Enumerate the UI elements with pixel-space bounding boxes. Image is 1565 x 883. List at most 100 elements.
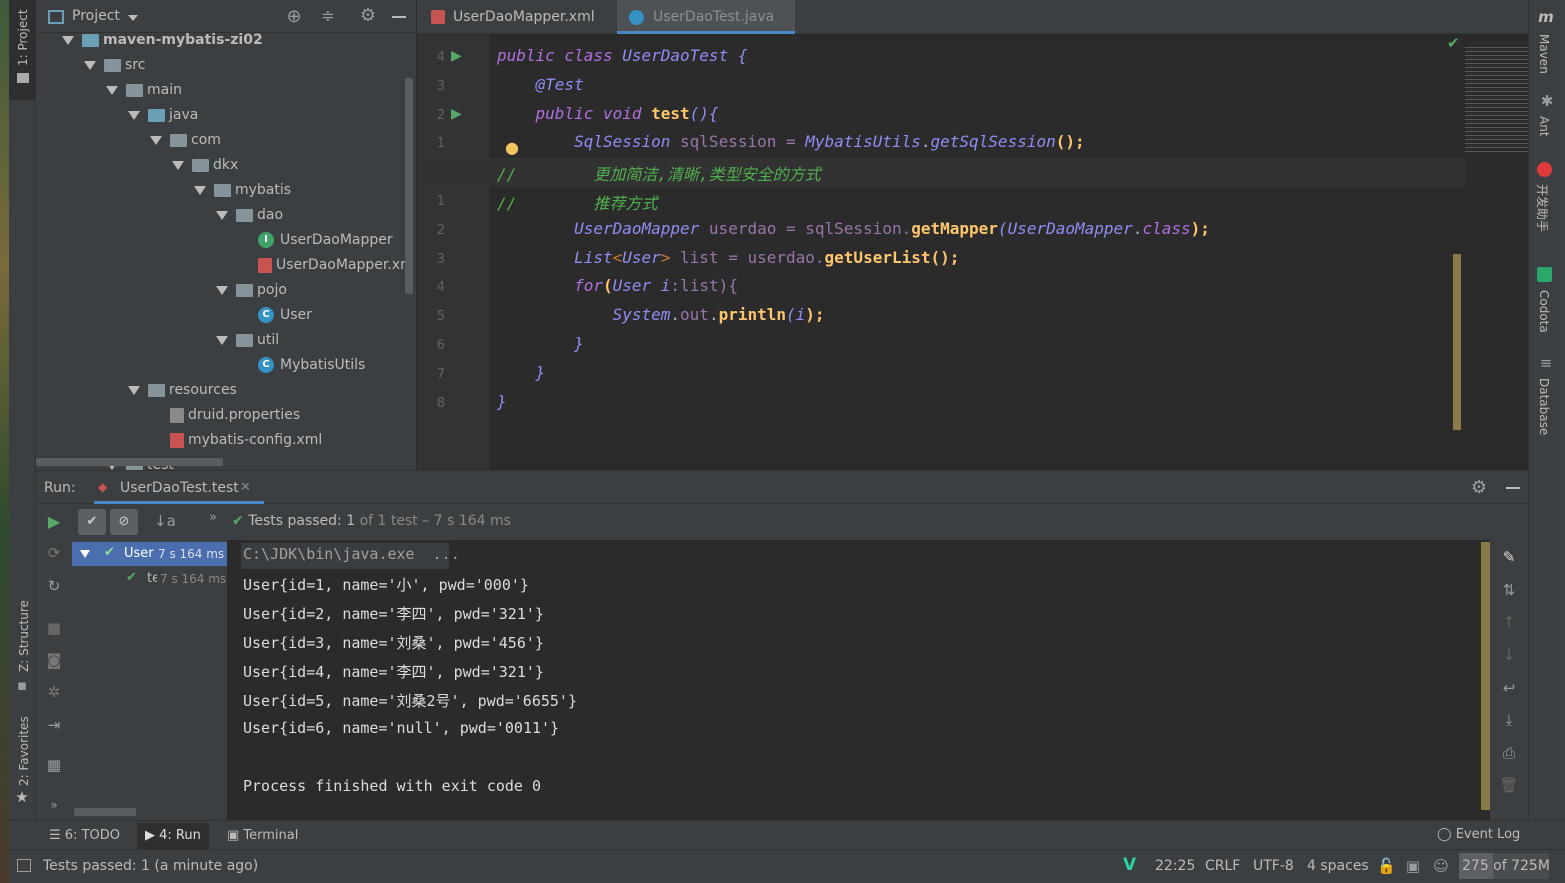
- event-log-button[interactable]: ◯ Event Log: [1437, 827, 1520, 842]
- camera-icon[interactable]: ◙: [44, 651, 64, 669]
- panel-toggle-icon[interactable]: [17, 859, 31, 872]
- expand-triangle[interactable]: [62, 35, 74, 45]
- run-gutter-icon[interactable]: ▶: [451, 106, 462, 122]
- collapse-all-icon[interactable]: ≑: [318, 6, 338, 25]
- tree-horizontal-scrollbar[interactable]: [74, 808, 136, 816]
- vim-plugin-icon[interactable]: V: [1123, 855, 1136, 875]
- tree-item[interactable]: C MybatisUtils: [258, 353, 365, 378]
- tree-item[interactable]: java: [128, 103, 198, 128]
- stop-icon[interactable]: ■: [44, 619, 64, 637]
- soft-wrap-icon[interactable]: ↩: [1498, 679, 1520, 697]
- tree-item[interactable]: mybatis-config.xml: [170, 428, 322, 453]
- lock-icon[interactable]: 🔓: [1377, 857, 1396, 875]
- minimize-icon[interactable]: [1506, 487, 1520, 489]
- layout-icon[interactable]: ▦: [44, 756, 64, 774]
- tree-item[interactable]: mybatis: [194, 178, 291, 203]
- status-message[interactable]: Tests passed: 1 (a minute ago): [43, 858, 258, 874]
- run-tool-button[interactable]: ▶ 4: Run: [137, 823, 209, 849]
- tree-item[interactable]: main: [106, 78, 182, 103]
- trash-icon[interactable]: 🗑: [1498, 776, 1520, 794]
- tree-item[interactable]: maven-mybatis-zi02: [62, 28, 263, 53]
- project-tool-label[interactable]: 1: Project: [16, 9, 30, 66]
- expand-triangle[interactable]: [172, 160, 184, 170]
- ant-tool-label[interactable]: Ant: [1537, 116, 1551, 137]
- console-output[interactable]: C:\JDK\bin\java.exe ... User{id=1, name='…: [228, 540, 1490, 820]
- dev-helper-tool-label[interactable]: 开发助手: [1534, 184, 1551, 232]
- tree-item[interactable]: util: [216, 328, 279, 353]
- gear-icon[interactable]: ⚙: [357, 5, 379, 26]
- favorites-tool-label[interactable]: 2: Favorites: [17, 716, 31, 786]
- run-gutter-icon[interactable]: ▶: [451, 48, 462, 64]
- more-icon[interactable]: »: [206, 510, 220, 525]
- expand-triangle[interactable]: [106, 85, 118, 95]
- sort-icon[interactable]: ⇅: [1498, 581, 1520, 599]
- tab-userdaomapper-xml[interactable]: UserDaoMapper.xml ✕: [417, 0, 617, 59]
- database-tool-label[interactable]: Database: [1537, 378, 1551, 435]
- terminal-icon[interactable]: ▣: [1403, 857, 1423, 875]
- tree-horizontal-scrollbar[interactable]: [36, 458, 223, 466]
- arrow-up-icon[interactable]: ↑: [1498, 613, 1520, 631]
- show-ignored-toggle[interactable]: ⊘: [110, 509, 138, 535]
- show-passed-toggle[interactable]: ✔: [78, 509, 106, 535]
- tree-item[interactable]: I UserDaoMapper: [258, 228, 393, 253]
- tree-item[interactable]: com: [150, 128, 221, 153]
- sort-alpha-icon[interactable]: ↓a: [154, 512, 176, 530]
- chevron-down-icon[interactable]: [128, 15, 138, 21]
- expand-triangle[interactable]: [128, 110, 140, 120]
- settings-icon[interactable]: ✲: [44, 683, 64, 701]
- tree-vertical-scrollbar[interactable]: [405, 78, 413, 294]
- caret-position[interactable]: 22:25: [1155, 858, 1195, 874]
- inspection-ok-icon[interactable]: ✔: [1447, 34, 1460, 52]
- scroll-to-end-icon[interactable]: ⤓: [1498, 711, 1520, 729]
- print-icon[interactable]: ⎙: [1498, 744, 1520, 762]
- code-editor[interactable]: 43212212345678▶▶ public class UserDaoTes…: [417, 34, 1528, 470]
- terminal-tool-button[interactable]: ▣ Terminal: [227, 828, 298, 843]
- close-icon[interactable]: ✕: [240, 480, 251, 495]
- exit-icon[interactable]: ⇥: [44, 716, 64, 734]
- test-method-row[interactable]: ✔ te 7 s 164 ms: [72, 567, 227, 591]
- lightbulb-icon[interactable]: ●: [505, 138, 519, 157]
- tree-item[interactable]: UserDaoMapper.xm: [258, 253, 414, 278]
- expand-triangle[interactable]: [150, 135, 162, 145]
- tree-item[interactable]: pojo: [216, 278, 287, 303]
- tab-userdaotest-java[interactable]: UserDaoTest.java ✕: [617, 0, 795, 59]
- minimize-icon[interactable]: [392, 16, 406, 18]
- more-icon[interactable]: »: [44, 798, 64, 812]
- tree-item[interactable]: dao: [216, 203, 283, 228]
- console-scrollbar[interactable]: [1481, 542, 1490, 810]
- todo-tool-button[interactable]: ☰ 6: TODO: [49, 828, 120, 843]
- toggle-auto-test-icon[interactable]: ↻: [44, 577, 64, 595]
- tree-item[interactable]: src: [84, 53, 145, 78]
- expand-triangle[interactable]: [84, 60, 96, 70]
- check-icon: ✔: [232, 513, 244, 529]
- indent-setting[interactable]: 4 spaces: [1307, 858, 1369, 874]
- tree-item[interactable]: resources: [128, 378, 237, 403]
- tree-item-label: pojo: [257, 282, 287, 298]
- rerun-icon[interactable]: ▶: [44, 512, 64, 531]
- file-encoding[interactable]: UTF-8: [1253, 858, 1294, 874]
- memory-indicator[interactable]: 275 of 725M: [1459, 853, 1550, 879]
- run-tab[interactable]: ◆ UserDaoTest.test ✕: [94, 471, 264, 504]
- clear-all-icon[interactable]: ✎: [1498, 548, 1520, 566]
- tree-item[interactable]: druid.properties: [170, 403, 300, 428]
- expand-triangle[interactable]: [216, 335, 228, 345]
- line-separator[interactable]: CRLF: [1205, 858, 1240, 874]
- gear-icon[interactable]: ⚙: [1468, 477, 1490, 498]
- locate-icon[interactable]: ⊕: [284, 6, 304, 27]
- expand-triangle[interactable]: [216, 285, 228, 295]
- expand-triangle[interactable]: [80, 550, 90, 558]
- test-suite-row[interactable]: ✔ User 7 s 164 ms: [72, 542, 227, 566]
- tree-item[interactable]: C User: [258, 303, 312, 328]
- maven-tool-label[interactable]: Maven: [1537, 34, 1551, 74]
- codota-tool-label[interactable]: Codota: [1537, 290, 1551, 333]
- project-header-title[interactable]: Project: [72, 8, 120, 24]
- structure-tool-label[interactable]: Z: Structure: [17, 600, 31, 672]
- editor-scrollbar-marker[interactable]: [1453, 254, 1461, 430]
- expand-triangle[interactable]: [194, 185, 206, 195]
- expand-triangle[interactable]: [128, 385, 140, 395]
- tree-item[interactable]: dkx: [172, 153, 238, 178]
- expand-triangle[interactable]: [216, 210, 228, 220]
- arrow-down-icon[interactable]: ↓: [1498, 646, 1520, 664]
- rerun-failed-icon[interactable]: ⟳: [44, 544, 64, 562]
- inspector-icon[interactable]: ☺: [1431, 857, 1451, 875]
